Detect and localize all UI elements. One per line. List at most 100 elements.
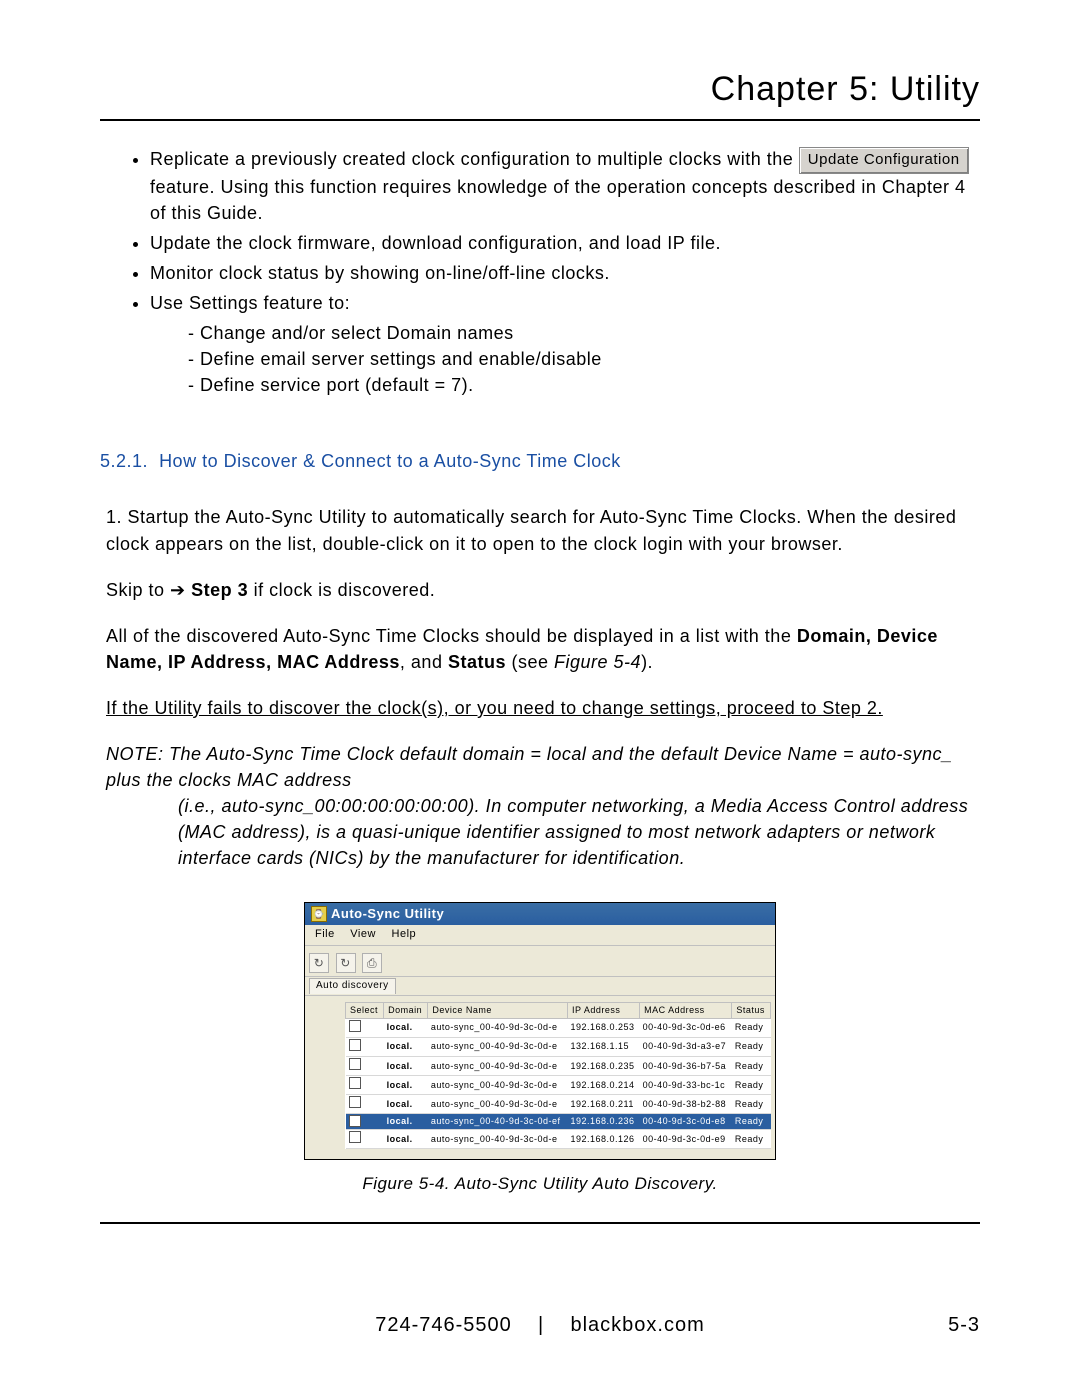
col-device-name[interactable]: Device Name (428, 1002, 568, 1018)
cell: 192.168.0.236 (567, 1114, 639, 1130)
cell: 192.168.0.253 (567, 1018, 639, 1037)
cell: auto-sync_00-40-9d-3c-0d-e (428, 1018, 568, 1037)
cell: Ready (732, 1076, 771, 1095)
discovered-paragraph: All of the discovered Auto-Sync Time Clo… (106, 623, 980, 675)
feature-item: Replicate a previously created clock con… (150, 146, 980, 226)
cell: Ready (732, 1018, 771, 1037)
cell: local. (384, 1095, 428, 1114)
row-checkbox[interactable] (349, 1039, 361, 1051)
note-detail: (i.e., auto-sync_00:00:00:00:00:00). In … (178, 793, 980, 871)
table-row[interactable]: ✕ local.auto-sync_00-40-9d-3c-0d-ef192.16… (346, 1114, 771, 1130)
update-configuration-button[interactable]: Update Configuration (799, 147, 969, 174)
figure-caption: Figure 5-4. Auto-Sync Utility Auto Disco… (100, 1172, 980, 1197)
text: Use Settings feature to: (150, 293, 350, 313)
note-block: NOTE: The Auto-Sync Time Clock default d… (100, 741, 980, 871)
step-1: 1. Startup the Auto-Sync Utility to auto… (106, 504, 980, 556)
row-checkbox[interactable]: ✕ (349, 1115, 361, 1127)
table-row[interactable]: local.auto-sync_00-40-9d-3c-0d-e192.168.… (346, 1095, 771, 1114)
app-icon: ⌚ (311, 906, 327, 922)
cell: 00-40-9d-38-b2-88 (640, 1095, 732, 1114)
skip-step: Step 3 (191, 580, 248, 600)
row-checkbox[interactable] (349, 1020, 361, 1032)
section-title: How to Discover & Connect to a Auto-Sync… (159, 451, 621, 471)
feature-item: Update the clock firmware, download conf… (150, 230, 980, 256)
window-title: Auto-Sync Utility (331, 905, 444, 924)
window-titlebar: ⌚ Auto-Sync Utility (305, 903, 775, 926)
cell: 192.168.0.214 (567, 1076, 639, 1095)
menubar: File View Help (305, 925, 775, 946)
cell: 192.168.0.235 (567, 1057, 639, 1076)
footer-site: blackbox.com (570, 1314, 704, 1336)
cell: 00-40-9d-36-b7-5a (640, 1057, 732, 1076)
feature-list: Replicate a previously created clock con… (100, 146, 980, 398)
cell: local. (384, 1114, 428, 1130)
col-ip[interactable]: IP Address (567, 1002, 639, 1018)
menu-view[interactable]: View (344, 927, 382, 943)
table-row[interactable]: local.auto-sync_00-40-9d-3c-0d-e192.168.… (346, 1130, 771, 1149)
row-checkbox[interactable] (349, 1077, 361, 1089)
feature-item: Monitor clock status by showing on-line/… (150, 260, 980, 286)
row-checkbox[interactable] (349, 1058, 361, 1070)
cell: Ready (732, 1114, 771, 1130)
feature-item: Use Settings feature to: Change and/or s… (150, 290, 980, 398)
text: feature. Using this function requires kn… (150, 177, 965, 223)
footer-phone: 724-746-5500 (375, 1314, 512, 1336)
tab-auto-discovery[interactable]: Auto discovery (309, 978, 396, 994)
table-row[interactable]: local.auto-sync_00-40-9d-3c-0d-e132.168.… (346, 1037, 771, 1056)
refresh-icon[interactable]: ↻ (309, 953, 329, 973)
cell: auto-sync_00-40-9d-3c-0d-ef (428, 1114, 568, 1130)
row-checkbox[interactable] (349, 1096, 361, 1108)
cell: Ready (732, 1037, 771, 1056)
cell: local. (384, 1037, 428, 1056)
utility-screenshot: ⌚ Auto-Sync Utility File View Help ↻ ↻ ⎙… (304, 902, 776, 1161)
skip-line: Skip to ➔ Step 3 if clock is discovered. (106, 577, 980, 603)
table-row[interactable]: local.auto-sync_00-40-9d-3c-0d-e192.168.… (346, 1057, 771, 1076)
cell: local. (384, 1130, 428, 1149)
section-number: 5.2.1. (100, 451, 148, 471)
cell: 00-40-9d-3c-0d-e6 (640, 1018, 732, 1037)
footer-divider: | (538, 1314, 544, 1336)
cell: auto-sync_00-40-9d-3c-0d-e (428, 1130, 568, 1149)
cell: 192.168.0.211 (567, 1095, 639, 1114)
cell: auto-sync_00-40-9d-3c-0d-e (428, 1057, 568, 1076)
menu-help[interactable]: Help (386, 927, 423, 943)
cell: Ready (732, 1057, 771, 1076)
fail-instruction: If the Utility fails to discover the clo… (106, 695, 980, 721)
toolbar: ↻ ↻ ⎙ (305, 946, 775, 977)
print-icon[interactable]: ⎙ (362, 953, 382, 973)
cell: local. (384, 1018, 428, 1037)
row-checkbox[interactable] (349, 1131, 361, 1143)
table-header-row: Select Domain Device Name IP Address MAC… (346, 1002, 771, 1018)
settings-sublist: Change and/or select Domain names Define… (150, 320, 980, 398)
cell: Ready (732, 1095, 771, 1114)
cell: 00-40-9d-3c-0d-e8 (640, 1114, 732, 1130)
cell: auto-sync_00-40-9d-3c-0d-e (428, 1037, 568, 1056)
cell: 00-40-9d-3d-a3-e7 (640, 1037, 732, 1056)
cell: 00-40-9d-3c-0d-e9 (640, 1130, 732, 1149)
refresh-all-icon[interactable]: ↻ (336, 953, 356, 973)
col-status[interactable]: Status (732, 1002, 771, 1018)
page-footer: 724-746-5500 | blackbox.com 5-3 (100, 1314, 980, 1337)
section-heading: 5.2.1. How to Discover & Connect to a Au… (100, 448, 980, 474)
text: Replicate a previously created clock con… (150, 149, 799, 169)
menu-file[interactable]: File (309, 927, 341, 943)
cell: 132.168.1.15 (567, 1037, 639, 1056)
cell: auto-sync_00-40-9d-3c-0d-e (428, 1095, 568, 1114)
sublist-item: Change and/or select Domain names (188, 320, 980, 346)
chapter-title: Chapter 5: Utility (100, 70, 980, 109)
col-select[interactable]: Select (346, 1002, 384, 1018)
sublist-item: Define email server settings and enable/… (188, 346, 980, 372)
cell: 00-40-9d-33-bc-1c (640, 1076, 732, 1095)
cell: auto-sync_00-40-9d-3c-0d-e (428, 1076, 568, 1095)
table-row[interactable]: local.auto-sync_00-40-9d-3c-0d-e192.168.… (346, 1076, 771, 1095)
table-row[interactable]: local.auto-sync_00-40-9d-3c-0d-e192.168.… (346, 1018, 771, 1037)
col-domain[interactable]: Domain (384, 1002, 428, 1018)
col-mac[interactable]: MAC Address (640, 1002, 732, 1018)
sublist-item: Define service port (default = 7). (188, 372, 980, 398)
header-rule (100, 119, 980, 121)
cell: local. (384, 1076, 428, 1095)
footer-rule (100, 1222, 980, 1224)
cell: Ready (732, 1130, 771, 1149)
arrow-icon: ➔ (170, 580, 186, 600)
devices-table: Select Domain Device Name IP Address MAC… (345, 1002, 771, 1149)
